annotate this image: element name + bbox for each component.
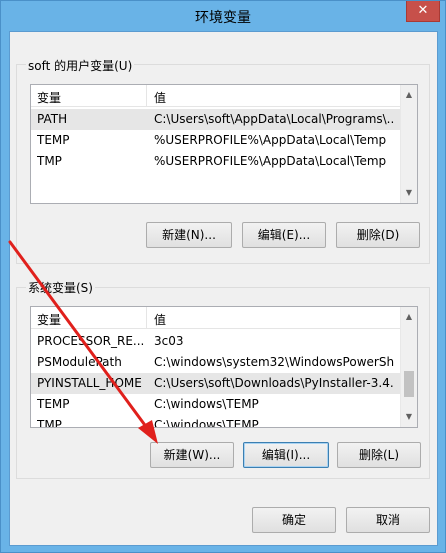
ok-button[interactable]: 确定 xyxy=(252,507,336,533)
variable-value: C:\windows\TEMP xyxy=(154,418,259,428)
variable-name: PROCESSOR_RE... xyxy=(37,334,145,348)
list-header: 变量 值 xyxy=(31,85,417,107)
variable-value: 3c03 xyxy=(154,334,184,348)
user-edit-button[interactable]: 编辑(E)... xyxy=(242,222,326,248)
dialog-client-area: soft 的用户变量(U) 变量 值 PATH C:\Users\soft\Ap… xyxy=(9,31,438,546)
variable-name: TMP xyxy=(37,154,62,168)
variable-value: C:\Users\soft\AppData\Local\Programs\... xyxy=(154,112,394,126)
variable-value: C:\windows\TEMP xyxy=(154,397,259,411)
variable-name: PATH xyxy=(37,112,68,126)
vertical-scrollbar[interactable]: ▲ ▼ xyxy=(400,307,417,427)
title-bar[interactable]: 环境变量 ✕ xyxy=(1,1,445,31)
variable-name: PSModulePath xyxy=(37,355,122,369)
column-divider[interactable] xyxy=(146,85,147,107)
chevron-up-icon[interactable]: ▲ xyxy=(401,309,417,325)
user-vars-list[interactable]: 变量 值 PATH C:\Users\soft\AppData\Local\Pr… xyxy=(30,84,418,204)
variable-value: C:\Users\soft\Downloads\PyInstaller-3.4.… xyxy=(154,376,394,390)
column-header-value[interactable]: 值 xyxy=(154,311,166,328)
user-delete-button[interactable]: 删除(D) xyxy=(336,222,420,248)
chevron-down-icon[interactable]: ▼ xyxy=(401,409,417,425)
user-new-button[interactable]: 新建(N)... xyxy=(146,222,232,248)
user-vars-label: soft 的用户变量(U) xyxy=(26,57,135,74)
window-title: 环境变量 xyxy=(195,10,251,26)
column-header-name[interactable]: 变量 xyxy=(37,311,61,328)
system-vars-label: 系统变量(S) xyxy=(26,279,95,296)
variable-name: PYINSTALL_HOME xyxy=(37,376,142,390)
close-button[interactable]: ✕ xyxy=(406,1,440,22)
cancel-button[interactable]: 取消 xyxy=(346,507,430,533)
list-item[interactable]: PATH C:\Users\soft\AppData\Local\Program… xyxy=(31,109,417,130)
list-item[interactable]: TMP C:\windows\TEMP xyxy=(31,415,417,428)
list-item[interactable]: TEMP C:\windows\TEMP xyxy=(31,394,417,415)
chevron-down-icon[interactable]: ▼ xyxy=(401,185,417,201)
variable-name: TEMP xyxy=(37,133,70,147)
variable-name: TMP xyxy=(37,418,62,428)
chevron-up-icon[interactable]: ▲ xyxy=(401,87,417,103)
environment-variables-dialog: 环境变量 ✕ soft 的用户变量(U) 变量 值 PATH C:\Users\… xyxy=(0,0,446,553)
list-header: 变量 值 xyxy=(31,307,417,329)
scrollbar-thumb[interactable] xyxy=(404,371,414,397)
list-item[interactable]: TEMP %USERPROFILE%\AppData\Local\Temp xyxy=(31,130,417,151)
system-edit-button[interactable]: 编辑(I)... xyxy=(243,442,329,468)
list-item[interactable]: TMP %USERPROFILE%\AppData\Local\Temp xyxy=(31,151,417,172)
variable-value: %USERPROFILE%\AppData\Local\Temp xyxy=(154,154,387,168)
system-vars-list[interactable]: 变量 值 PROCESSOR_RE... 3c03 PSModulePath C… xyxy=(30,306,418,428)
list-item[interactable]: PROCESSOR_RE... 3c03 xyxy=(31,331,417,352)
column-divider[interactable] xyxy=(146,307,147,329)
variable-value: %USERPROFILE%\AppData\Local\Temp xyxy=(154,133,387,147)
column-header-name[interactable]: 变量 xyxy=(37,89,61,106)
list-item[interactable]: PSModulePath C:\windows\system32\Windows… xyxy=(31,352,417,373)
system-delete-button[interactable]: 删除(L) xyxy=(337,442,421,468)
system-new-button[interactable]: 新建(W)... xyxy=(150,442,234,468)
column-header-value[interactable]: 值 xyxy=(154,89,166,106)
vertical-scrollbar[interactable]: ▲ ▼ xyxy=(400,85,417,203)
close-icon: ✕ xyxy=(417,3,429,18)
variable-name: TEMP xyxy=(37,397,70,411)
variable-value: C:\windows\system32\WindowsPowerSh... xyxy=(154,355,394,369)
list-item[interactable]: PYINSTALL_HOME C:\Users\soft\Downloads\P… xyxy=(31,373,417,394)
